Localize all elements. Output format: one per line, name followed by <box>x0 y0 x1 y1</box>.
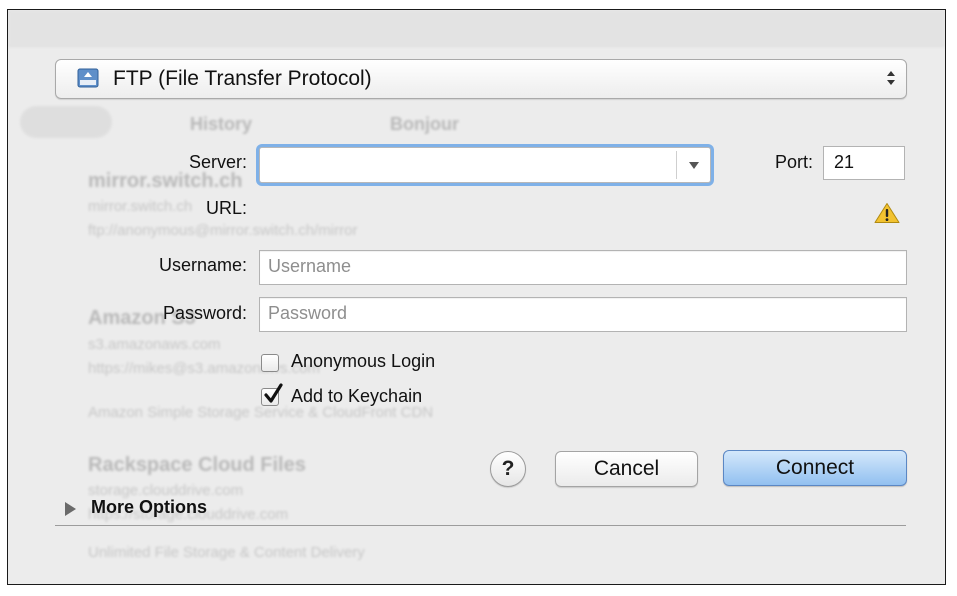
password-input[interactable] <box>260 298 888 329</box>
disclosure-triangle-icon[interactable] <box>65 502 76 516</box>
connect-button[interactable]: Connect <box>723 450 907 486</box>
anonymous-login-label[interactable]: Anonymous Login <box>291 351 435 372</box>
protocol-popup-label: FTP (File Transfer Protocol) <box>113 67 372 90</box>
server-dropdown-button[interactable] <box>677 148 710 182</box>
add-to-keychain-label[interactable]: Add to Keychain <box>291 386 422 407</box>
password-label: Password: <box>162 303 247 323</box>
ftp-drive-icon <box>77 68 99 88</box>
help-button[interactable]: ? <box>490 451 526 487</box>
port-value: 21 <box>834 152 855 172</box>
connection-form: FTP (File Transfer Protocol) Server: Por… <box>8 10 945 584</box>
updown-arrows-icon <box>886 69 896 87</box>
cancel-button[interactable]: Cancel <box>555 451 698 487</box>
port-field[interactable]: 21 <box>823 146 905 180</box>
anonymous-login-checkbox[interactable] <box>261 354 279 372</box>
add-to-keychain-checkbox[interactable] <box>261 383 283 406</box>
password-field[interactable] <box>259 297 907 332</box>
checkmark-icon <box>263 383 283 405</box>
connection-sheet-window: History Bonjour mirror.switch.ch mirror.… <box>7 9 946 585</box>
username-field[interactable] <box>259 250 907 285</box>
server-combobox[interactable] <box>259 147 711 183</box>
port-label: Port: <box>774 152 813 172</box>
question-mark-icon: ? <box>501 457 515 480</box>
more-options-toggle[interactable]: More Options <box>91 497 207 518</box>
server-input[interactable] <box>260 148 668 180</box>
divider <box>55 525 906 526</box>
username-label: Username: <box>158 255 247 275</box>
server-label: Server: <box>188 152 247 172</box>
username-input[interactable] <box>260 251 888 282</box>
warning-icon[interactable] <box>874 202 900 224</box>
url-label: URL: <box>205 198 247 218</box>
chevron-down-icon <box>689 162 699 169</box>
protocol-popup[interactable]: FTP (File Transfer Protocol) <box>55 59 907 99</box>
